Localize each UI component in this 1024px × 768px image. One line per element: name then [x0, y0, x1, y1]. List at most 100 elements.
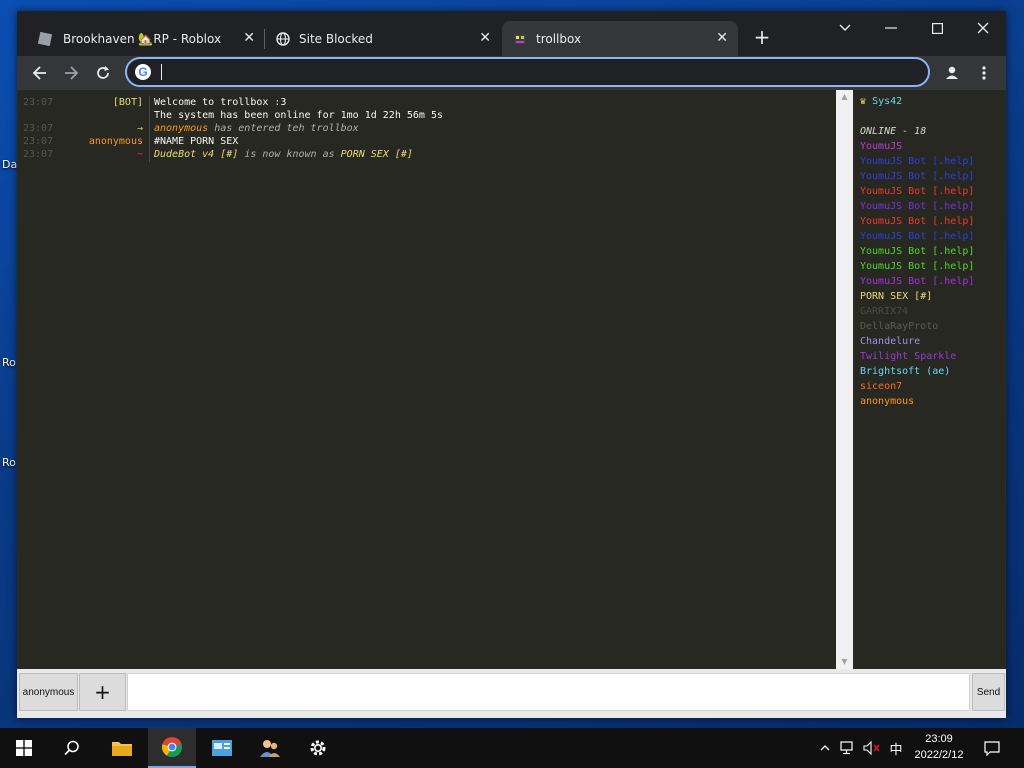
volume-muted-icon[interactable] [862, 728, 882, 768]
user-list-item[interactable]: YoumuJS Bot [.help] [860, 244, 1005, 259]
tab-brookhaven[interactable]: Brookhaven 🏡RP - Roblox ✕ [29, 21, 265, 56]
desktop-icon-label[interactable]: Da [2, 158, 17, 171]
message-text: DudeBot v4 [#] is now known as PORN SEX … [154, 148, 413, 161]
message-nick[interactable]: → [137, 122, 143, 135]
chat-scrollbar[interactable]: ▲ ▼ [836, 90, 853, 669]
message-time: 23:07 [23, 136, 54, 147]
user-list: ♛ Sys42 ONLINE - 18 YoumuJS YoumuJS Bot [… [855, 90, 1005, 669]
tab-title: Site Blocked [299, 31, 373, 46]
globe-icon [275, 31, 291, 47]
message-text: #NAME PORN SEX [154, 136, 239, 147]
clock-time: 23:09 [925, 733, 953, 745]
settings-icon[interactable] [294, 728, 342, 768]
user-list-item[interactable]: YoumuJS Bot [.help] [860, 154, 1005, 169]
browser-window: Brookhaven 🏡RP - Roblox ✕ Site Blocked ✕… [17, 11, 1006, 718]
user-list-item[interactable]: YoumuJS Bot [.help] [860, 229, 1005, 244]
tab-title: Brookhaven 🏡RP - Roblox [63, 31, 222, 46]
message-time: 23:07 [23, 123, 54, 134]
close-icon[interactable]: ✕ [716, 30, 728, 46]
close-window-icon[interactable] [960, 13, 1006, 43]
user-list-item[interactable]: anonymous [860, 394, 1005, 409]
chevron-up-icon[interactable] [815, 728, 835, 768]
nickname-button[interactable]: anonymous [19, 673, 78, 711]
menu-icon[interactable] [971, 60, 997, 86]
taskbar: 中 23:09 2022/2/12 [0, 728, 1024, 768]
chat-log[interactable]: 23:07 [BOT] Welcome to trollbox :3 The syst… [18, 90, 836, 669]
online-users: YoumuJS YoumuJS Bot [.help] YoumuJS Bot [.… [860, 139, 1005, 409]
address-input[interactable] [159, 62, 919, 82]
user-list-item[interactable]: YoumuJS Bot [.help] [860, 199, 1005, 214]
chat-message: 23:07 [BOT] Welcome to trollbox :3 [18, 96, 836, 109]
chrome-icon[interactable] [148, 728, 196, 768]
notification-icon[interactable] [978, 728, 1006, 768]
message-time: 23:07 [23, 149, 54, 160]
tab-strip: Brookhaven 🏡RP - Roblox ✕ Site Blocked ✕… [17, 11, 1006, 56]
system-clock[interactable]: 23:09 2022/2/12 [904, 731, 974, 763]
message-text-part: DudeBot v4 [#] [154, 149, 239, 160]
users-icon[interactable] [246, 728, 294, 768]
forward-icon[interactable] [58, 60, 84, 86]
user-list-item[interactable]: YoumuJS Bot [.help] [860, 184, 1005, 199]
send-button[interactable]: Send [972, 673, 1005, 711]
trollbox-page: 23:07 [BOT] Welcome to trollbox :3 The syst… [17, 90, 1006, 718]
chat-message: 23:07 ~ DudeBot v4 [#] is now known as POR… [18, 148, 836, 161]
self-user-name: Sys42 [872, 96, 903, 107]
message-text-part: anonymous [154, 123, 209, 134]
tab-title: trollbox [536, 31, 582, 46]
back-icon[interactable] [27, 60, 53, 86]
user-list-item[interactable]: DellaRayProto [860, 319, 1005, 334]
message-nick[interactable]: [BOT] [113, 96, 143, 109]
reload-icon[interactable] [90, 60, 116, 86]
control-panel-icon[interactable] [198, 728, 246, 768]
desktop-icon-label[interactable]: Ro [2, 456, 16, 469]
user-list-item[interactable]: YoumuJS Bot [.help] [860, 214, 1005, 229]
chat-message: 23:07 → anonymous has entered teh trollbox [18, 122, 836, 135]
chat-input-bar: anonymous + Send [17, 669, 1006, 718]
scroll-down-icon[interactable]: ▼ [836, 655, 853, 669]
windows-start-icon[interactable] [0, 728, 48, 768]
close-icon[interactable]: ✕ [479, 30, 491, 46]
add-button[interactable]: + [79, 673, 126, 711]
user-list-item[interactable]: PORN SEX [#] [860, 289, 1005, 304]
trollbox-icon [512, 31, 528, 47]
minimize-icon[interactable] [868, 13, 914, 43]
tab-trollbox[interactable]: trollbox ✕ [502, 21, 738, 56]
crown-icon: ♛ [860, 96, 867, 107]
user-list-item[interactable]: Brightsoft (ae) [860, 364, 1005, 379]
message-nick[interactable]: anonymous [89, 135, 143, 148]
tab-site-blocked[interactable]: Site Blocked ✕ [265, 21, 501, 56]
message-text: The system has been online for 1mo 1d 22… [154, 110, 443, 121]
desktop-icon-label[interactable]: Ro [2, 356, 16, 369]
tab-search-icon[interactable] [822, 13, 868, 43]
close-icon[interactable]: ✕ [243, 30, 255, 46]
browser-toolbar: G [17, 56, 1006, 90]
maximize-icon[interactable] [914, 13, 960, 43]
profile-icon[interactable] [939, 60, 965, 86]
roblox-icon [37, 31, 53, 46]
chat-message: The system has been online for 1mo 1d 22… [18, 109, 836, 122]
file-explorer-icon[interactable] [98, 728, 146, 768]
scroll-up-icon[interactable]: ▲ [836, 90, 853, 104]
address-bar[interactable]: G [125, 57, 930, 87]
online-count: ONLINE - 18 [860, 126, 927, 137]
user-list-item[interactable]: YoumuJS Bot [.help] [860, 169, 1005, 184]
message-text: Welcome to trollbox :3 [154, 97, 287, 108]
user-list-item[interactable]: Chandelure [860, 334, 1005, 349]
text-caret [161, 64, 162, 80]
new-tab-button[interactable]: + [750, 25, 774, 49]
user-list-item[interactable]: YoumuJS [860, 139, 1005, 154]
search-icon[interactable] [48, 728, 96, 768]
message-nick[interactable]: ~ [137, 148, 143, 161]
message-text-part: is now known as [238, 149, 341, 160]
message-text: anonymous has entered teh trollbox [154, 122, 359, 135]
self-user[interactable]: ♛ Sys42 [860, 94, 1005, 109]
user-list-item[interactable]: Twilight Sparkle [860, 349, 1005, 364]
message-input[interactable] [127, 673, 970, 711]
user-list-item[interactable]: siceon7 [860, 379, 1005, 394]
network-icon[interactable] [838, 728, 858, 768]
user-list-item[interactable]: GARRIX74 [860, 304, 1005, 319]
input-method-indicator[interactable]: 中 [886, 728, 906, 768]
user-list-item[interactable]: YoumuJS Bot [.help] [860, 259, 1005, 274]
user-list-item[interactable]: YoumuJS Bot [.help] [860, 274, 1005, 289]
chat-message: 23:07 anonymous #NAME PORN SEX [18, 135, 836, 148]
